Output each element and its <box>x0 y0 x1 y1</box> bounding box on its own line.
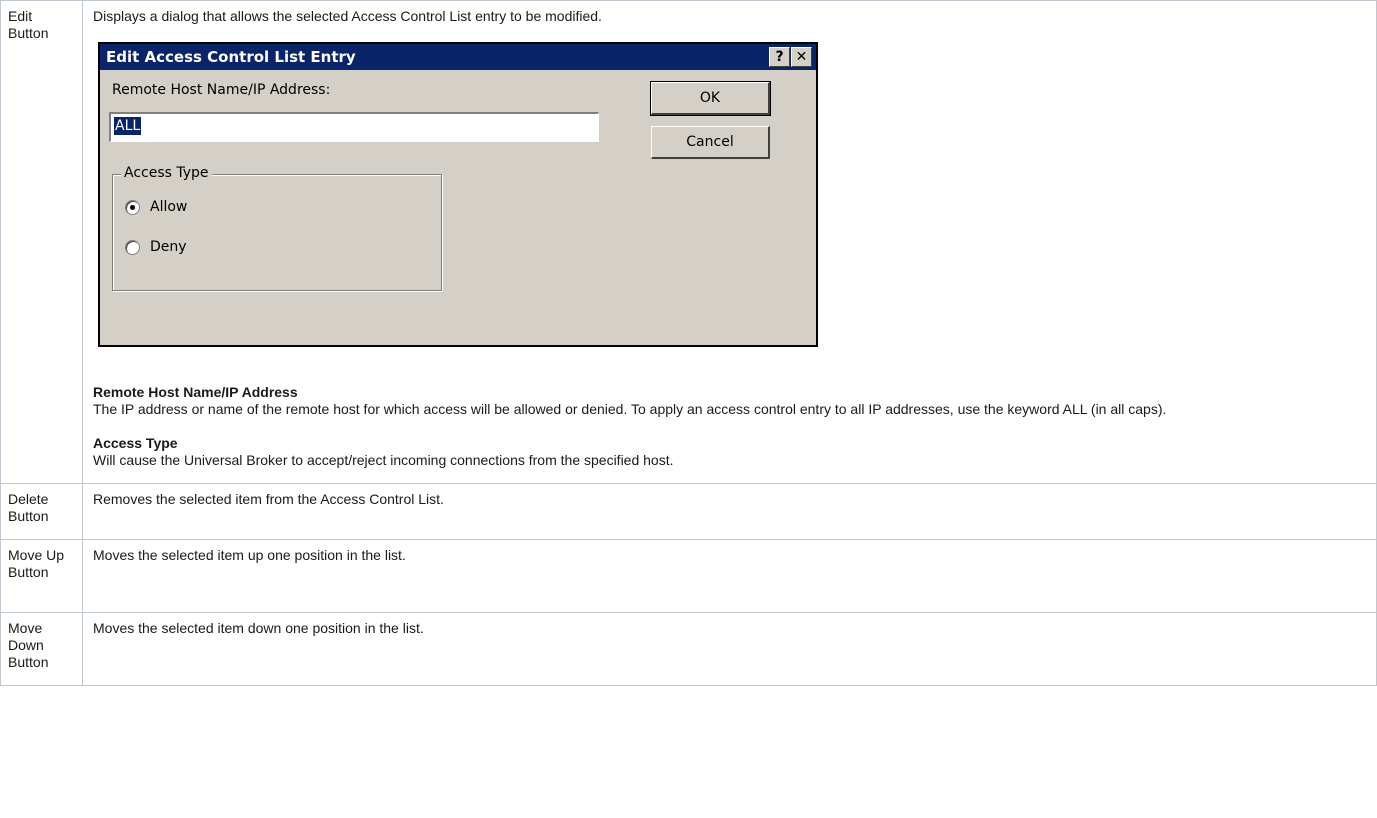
deny-radio-label: Deny <box>150 239 187 255</box>
dialog-title: Edit Access Control List Entry <box>106 48 356 66</box>
row-label-cell: Move Down Button <box>0 612 83 686</box>
help-icon[interactable]: ? <box>769 47 790 67</box>
access-type-group-title: Access Type <box>121 165 212 182</box>
row-description: Displays a dialog that allows the select… <box>93 8 602 24</box>
allow-radio-option[interactable]: Allow <box>125 199 187 216</box>
field-text: The IP address or name of the remote hos… <box>93 401 1167 417</box>
host-label: Remote Host Name/IP Address: <box>112 82 331 98</box>
edit-acl-dialog-screenshot: Edit Access Control List Entry ? ✕ Remot… <box>98 42 818 347</box>
allow-radio-label: Allow <box>150 199 188 215</box>
row-description-cell: Moves the selected item down one positio… <box>82 612 1377 686</box>
field-heading: Remote Host Name/IP Address <box>93 384 298 400</box>
field-description: Remote Host Name/IP Address The IP addre… <box>93 384 1366 418</box>
row-label-cell: Edit Button <box>0 0 83 484</box>
cancel-button[interactable]: Cancel <box>651 126 770 159</box>
row-description: Moves the selected item up one position … <box>93 547 406 563</box>
row-description: Moves the selected item down one positio… <box>93 620 424 636</box>
host-input-value: ALL <box>114 117 142 135</box>
table-row: Move Down Button Moves the selected item… <box>0 612 1377 686</box>
description-table: Edit Button Displays a dialog that allow… <box>0 0 1377 686</box>
field-description: Access Type Will cause the Universal Bro… <box>93 435 1366 469</box>
row-label: Edit Button <box>8 8 49 41</box>
table-row: Move Up Button Moves the selected item u… <box>0 539 1377 613</box>
row-label: Delete Button <box>8 491 49 524</box>
row-label: Move Up Button <box>8 547 65 580</box>
close-icon[interactable]: ✕ <box>791 47 812 67</box>
row-label: Move Down Button <box>8 620 49 670</box>
row-label-cell: Move Up Button <box>0 539 83 613</box>
access-type-group: Access Type Allow Deny <box>112 165 442 291</box>
row-description-cell: Moves the selected item up one position … <box>82 539 1377 613</box>
row-description-cell: Removes the selected item from the Acces… <box>82 483 1377 540</box>
deny-radio-option[interactable]: Deny <box>125 239 187 256</box>
host-input[interactable]: ALL <box>109 112 599 142</box>
table-row: Delete Button Removes the selected item … <box>0 483 1377 540</box>
field-heading: Access Type <box>93 435 178 451</box>
ok-button[interactable]: OK <box>650 81 771 116</box>
field-text: Will cause the Universal Broker to accep… <box>93 452 674 468</box>
allow-radio[interactable] <box>125 200 140 215</box>
table-row: Edit Button Displays a dialog that allow… <box>0 0 1377 484</box>
dialog-titlebar: Edit Access Control List Entry ? ✕ <box>100 44 816 70</box>
row-label-cell: Delete Button <box>0 483 83 540</box>
row-description: Removes the selected item from the Acces… <box>93 491 444 507</box>
deny-radio[interactable] <box>125 240 140 255</box>
row-description-cell: Displays a dialog that allows the select… <box>82 0 1377 484</box>
